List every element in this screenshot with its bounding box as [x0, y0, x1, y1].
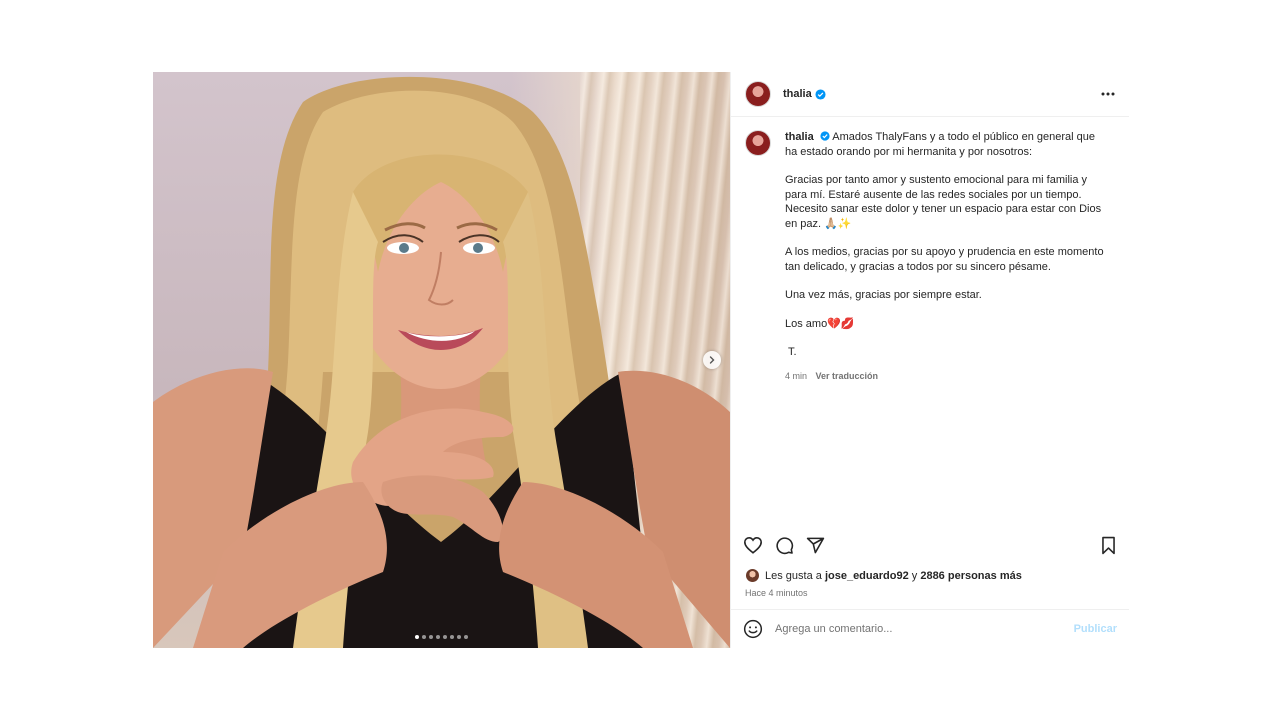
caption-paragraph-1: thalia Amados ThalyFans y a todo el públ… [785, 130, 1105, 159]
comment-input[interactable] [775, 623, 1055, 635]
avatar[interactable] [745, 130, 771, 156]
post-container: thalia thalia Amados ThalyFans y a todo … [153, 72, 1129, 648]
publish-button[interactable]: Publicar [1074, 623, 1117, 635]
like-button[interactable] [743, 536, 763, 554]
carousel-dot [443, 635, 447, 639]
post-side-panel: thalia thalia Amados ThalyFans y a todo … [730, 72, 1129, 648]
carousel-dot [422, 635, 426, 639]
caption-row: thalia Amados ThalyFans y a todo el públ… [745, 130, 1115, 383]
carousel-dot [464, 635, 468, 639]
carousel-dot [457, 635, 461, 639]
caption-time[interactable]: 4 min [785, 371, 807, 381]
likes-summary: Les gusta a jose_eduardo92 y 2886 person… [745, 568, 1022, 583]
caption-text: thalia Amados ThalyFans y a todo el públ… [785, 130, 1105, 383]
verified-badge-icon [815, 88, 826, 100]
avatar[interactable] [745, 81, 771, 107]
caption-area: thalia Amados ThalyFans y a todo el públ… [731, 118, 1129, 528]
carousel-dot [450, 635, 454, 639]
translate-link[interactable]: Ver traducción [816, 371, 879, 381]
carousel-dots [153, 635, 730, 639]
smiley-icon [743, 619, 763, 639]
caption-line: Amados ThalyFans y a todo el público en … [785, 131, 1095, 158]
post-header: thalia [731, 72, 1129, 117]
likes-middle: y [908, 569, 921, 582]
carousel-dot [429, 635, 433, 639]
bookmark-icon [1102, 536, 1115, 554]
header-username[interactable]: thalia [783, 88, 812, 100]
more-options-button[interactable] [1101, 87, 1115, 102]
liker-avatar[interactable] [745, 568, 760, 583]
comment-button[interactable] [775, 536, 794, 555]
save-button[interactable] [1100, 536, 1117, 555]
caption-username[interactable]: thalia [785, 131, 814, 143]
share-button[interactable] [806, 536, 825, 555]
post-timestamp[interactable]: Hace 4 minutos [745, 588, 808, 598]
likes-prefix: Les gusta a [765, 569, 825, 582]
carousel-dot [436, 635, 440, 639]
caption-paragraph-3: A los medios, gracias por su apoyo y pru… [785, 246, 1104, 273]
more-horizontal-icon [1101, 92, 1115, 95]
comment-bar: Publicar [731, 609, 1129, 648]
post-photo [153, 76, 730, 648]
caption-signature: T. [788, 346, 797, 358]
carousel-next-button[interactable] [703, 351, 721, 369]
caption-paragraph-2: Gracias por tanto amor y sustento emocio… [785, 174, 1102, 230]
verified-badge-icon [820, 131, 830, 141]
action-bar [731, 532, 1129, 558]
chevron-right-icon [709, 356, 715, 364]
caption-meta: 4 min Ver traducción [785, 369, 1105, 384]
likes-others-link[interactable]: 2886 personas más [920, 570, 1022, 582]
emoji-button[interactable] [743, 619, 763, 639]
heart-icon [743, 536, 763, 554]
caption-paragraph-5: Los amo💔💋 [785, 317, 855, 330]
liker-username[interactable]: jose_eduardo92 [825, 570, 909, 582]
comment-icon [776, 536, 794, 554]
caption-paragraph-4: Una vez más, gracias por siempre estar. [785, 289, 982, 301]
send-icon [806, 537, 825, 553]
carousel-dot [415, 635, 419, 639]
post-media[interactable] [153, 72, 730, 648]
